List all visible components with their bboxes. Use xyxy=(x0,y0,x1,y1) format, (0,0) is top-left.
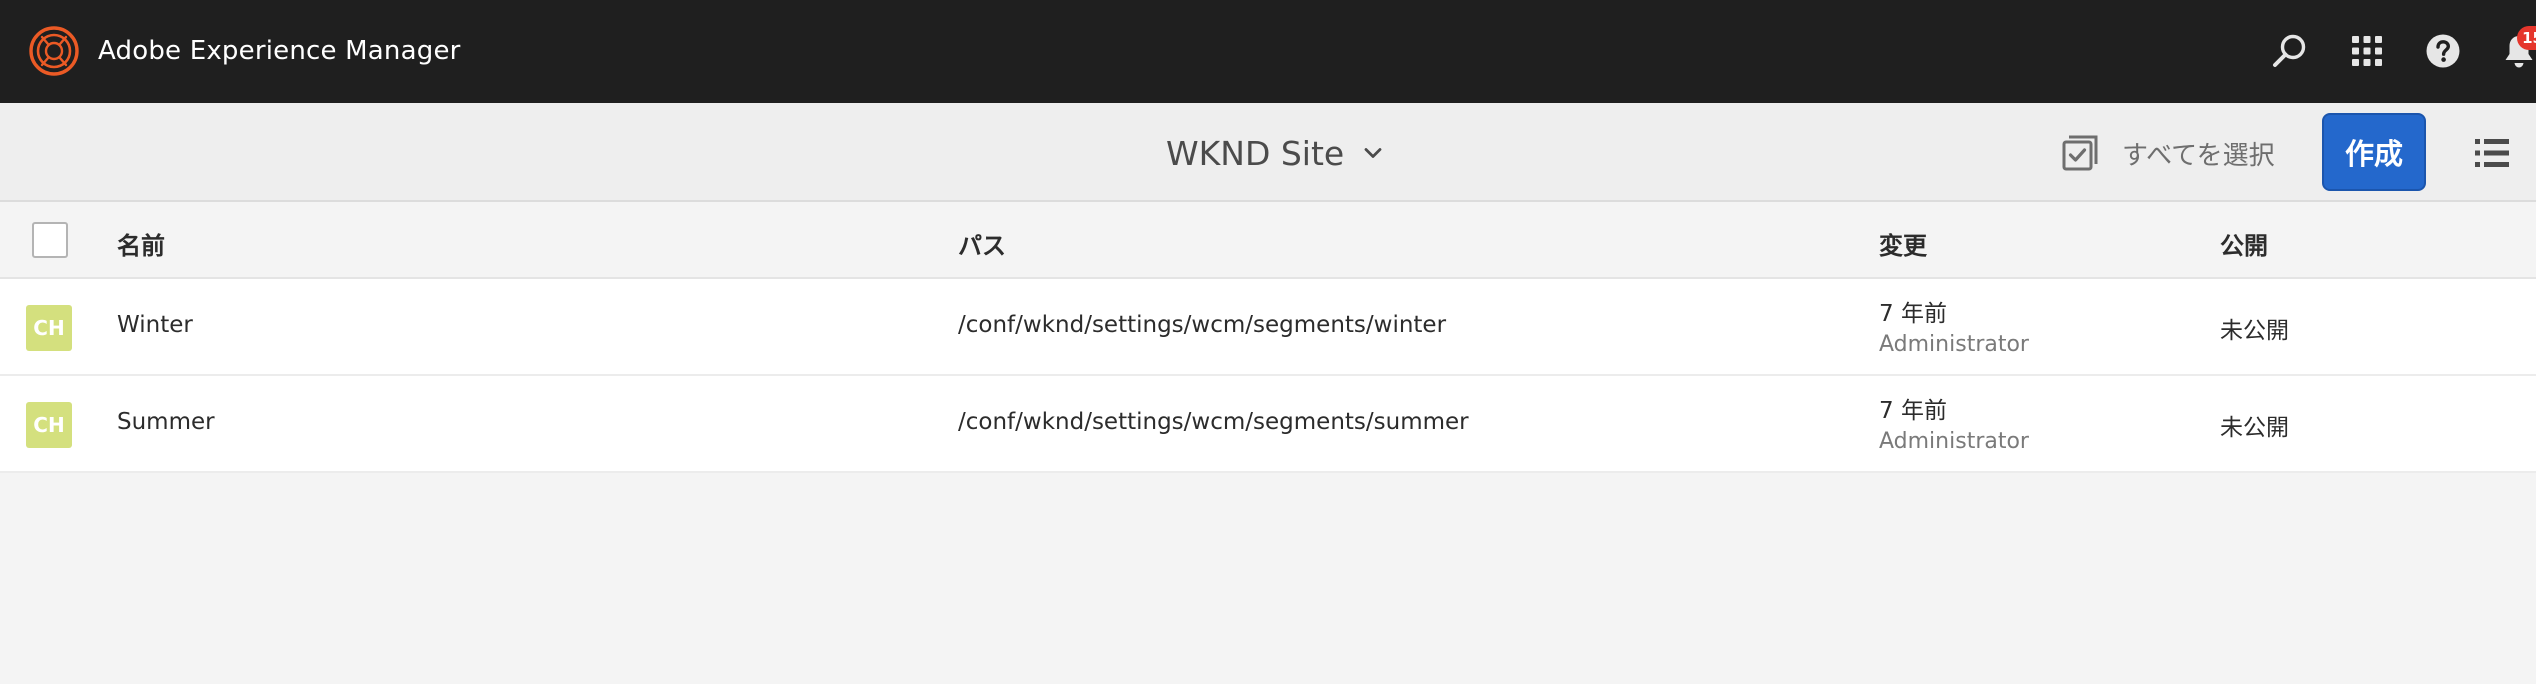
list-view-icon xyxy=(2475,139,2509,167)
row-name: Winter xyxy=(117,312,193,338)
site-title: WKND Site xyxy=(1166,133,1345,173)
select-all-label: すべてを選択 xyxy=(2122,140,2275,171)
select-all-button[interactable]: すべてを選択 xyxy=(2062,133,2275,173)
row-publish-status: 未公開 xyxy=(2220,415,2289,441)
column-header-published[interactable]: 公開 xyxy=(2220,226,2268,261)
row-thumbnail[interactable]: CH xyxy=(26,305,72,351)
global-navigation-bar: Adobe Experience Manager 1 xyxy=(0,0,2536,103)
create-button[interactable]: 作成 xyxy=(2322,113,2426,191)
row-publish-status: 未公開 xyxy=(2220,318,2289,344)
table-row[interactable]: CH Winter /conf/wknd/settings/wcm/segmen… xyxy=(0,279,2536,376)
row-modified-by: Administrator xyxy=(1879,429,2029,454)
column-header-modified[interactable]: 変更 xyxy=(1879,226,1927,261)
action-bar: WKND Site すべてを選択 作成 xyxy=(0,103,2536,202)
notification-count-badge: 15 xyxy=(2517,26,2536,50)
view-switcher-button[interactable] xyxy=(2472,133,2512,173)
row-thumbnail[interactable]: CH xyxy=(26,402,72,448)
chevron-down-icon xyxy=(1364,148,1382,158)
table-row[interactable]: CH Summer /conf/wknd/settings/wcm/segmen… xyxy=(0,376,2536,473)
solutions-button[interactable] xyxy=(2342,26,2392,76)
help-button[interactable] xyxy=(2418,26,2468,76)
row-modified-time: 7 年前 xyxy=(1879,301,1947,327)
notifications-button[interactable]: 15 xyxy=(2494,26,2536,76)
select-all-checkbox[interactable] xyxy=(32,222,68,258)
row-name: Summer xyxy=(117,409,215,435)
segments-table: 名前 パス 変更 公開 CH Winter /conf/wknd/setting… xyxy=(0,202,2536,473)
select-all-icon xyxy=(2062,135,2098,171)
search-button[interactable] xyxy=(2265,26,2315,76)
table-header: 名前 パス 変更 公開 xyxy=(0,202,2536,279)
grid-icon xyxy=(2352,36,2382,66)
site-switcher[interactable]: WKND Site xyxy=(1166,131,1382,175)
brand[interactable]: Adobe Experience Manager xyxy=(28,25,461,77)
row-modified-by: Administrator xyxy=(1879,332,2029,357)
search-icon xyxy=(2273,34,2306,67)
app-title: Adobe Experience Manager xyxy=(98,36,461,66)
row-path: /conf/wknd/settings/wcm/segments/summer xyxy=(958,409,1469,435)
column-header-path[interactable]: パス xyxy=(958,226,1006,261)
row-path: /conf/wknd/settings/wcm/segments/winter xyxy=(958,312,1447,338)
column-header-name[interactable]: 名前 xyxy=(117,226,165,261)
aem-logo-icon xyxy=(29,26,79,76)
row-modified-time: 7 年前 xyxy=(1879,398,1947,424)
help-icon xyxy=(2426,34,2460,68)
